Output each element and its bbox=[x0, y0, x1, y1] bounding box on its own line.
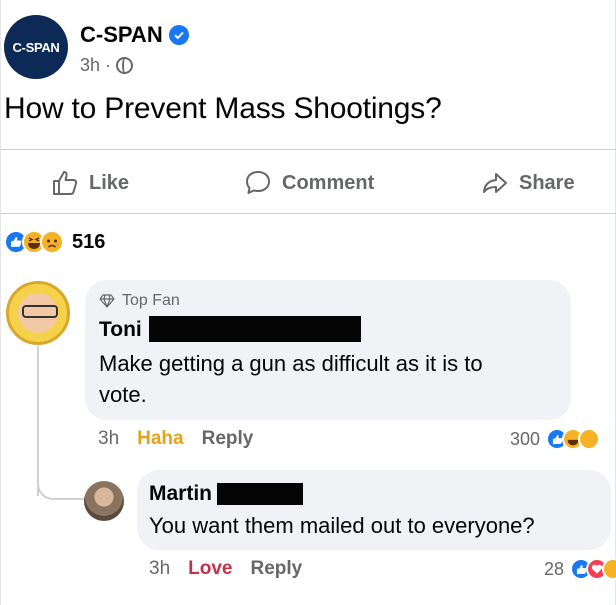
thumbs-up-icon bbox=[53, 171, 78, 195]
comment-author[interactable]: Toni bbox=[99, 318, 142, 342]
post-text: How to Prevent Mass Shootings? bbox=[4, 92, 442, 125]
top-fan-badge: Top Fan bbox=[99, 292, 180, 310]
meta-separator: · bbox=[105, 55, 112, 75]
page-avatar-text: C-SPAN bbox=[12, 39, 60, 55]
comment-text-line-1: Make getting a gun as difficult as it is… bbox=[99, 351, 483, 376]
share-icon bbox=[483, 173, 507, 193]
post-meta: 3h · bbox=[80, 55, 134, 76]
thread-line bbox=[37, 346, 39, 496]
reply-author-avatar[interactable] bbox=[84, 481, 124, 521]
comment-icon bbox=[246, 171, 270, 194]
comment-actions: 3h Haha Reply bbox=[98, 428, 253, 450]
sad-reaction-icon bbox=[40, 230, 64, 254]
reply-time[interactable]: 3h bbox=[149, 558, 170, 580]
sad-reaction-icon bbox=[578, 428, 601, 450]
reply-text: You want them mailed out to everyone? bbox=[149, 513, 535, 538]
comment-bubble: Top Fan Toni Make getting a gun as diffi… bbox=[85, 280, 571, 420]
love-action-button[interactable]: Love bbox=[188, 558, 232, 580]
diamond-icon bbox=[99, 294, 115, 308]
facebook-post: C-SPAN C-SPAN 3h · How to Prevent Mass S… bbox=[0, 0, 616, 605]
globe-icon bbox=[116, 57, 134, 74]
reply-reaction-count[interactable]: 28 bbox=[544, 558, 616, 580]
top-fan-label: Top Fan bbox=[122, 292, 180, 309]
comment-reaction-number: 300 bbox=[510, 428, 541, 449]
reaction-count[interactable]: 516 bbox=[72, 231, 105, 254]
comment-reaction-count[interactable]: 300 bbox=[510, 428, 601, 450]
page-name-label[interactable]: C-SPAN bbox=[80, 22, 163, 48]
reply-reaction-number: 28 bbox=[544, 558, 565, 579]
page-avatar[interactable]: C-SPAN bbox=[4, 15, 68, 79]
comment-text-line-2: vote. bbox=[99, 382, 147, 407]
divider bbox=[1, 149, 616, 150]
divider bbox=[1, 213, 616, 214]
like-button[interactable]: Like bbox=[51, 168, 129, 198]
reaction-summary[interactable]: 516 bbox=[4, 230, 105, 254]
reply-actions: 3h Love Reply bbox=[149, 558, 302, 580]
redaction-bar bbox=[149, 316, 361, 342]
haha-action-button[interactable]: Haha bbox=[137, 428, 183, 450]
redaction-bar bbox=[217, 483, 303, 505]
page-name[interactable]: C-SPAN bbox=[80, 22, 189, 48]
comment-button[interactable]: Comment bbox=[244, 168, 374, 198]
reply-button[interactable]: Reply bbox=[251, 558, 303, 580]
comment-label: Comment bbox=[282, 171, 375, 194]
like-label: Like bbox=[89, 171, 130, 194]
verified-badge-icon bbox=[168, 25, 189, 45]
share-button[interactable]: Share bbox=[481, 168, 575, 198]
commenter-avatar[interactable] bbox=[6, 281, 70, 345]
reply-button[interactable]: Reply bbox=[202, 428, 254, 450]
comment-time[interactable]: 3h bbox=[98, 428, 119, 450]
share-label: Share bbox=[519, 171, 575, 194]
reply-bubble: Martin You want them mailed out to every… bbox=[137, 470, 611, 550]
avatar-face bbox=[18, 293, 58, 333]
reply-author[interactable]: Martin bbox=[149, 482, 212, 506]
post-time[interactable]: 3h bbox=[80, 55, 100, 76]
